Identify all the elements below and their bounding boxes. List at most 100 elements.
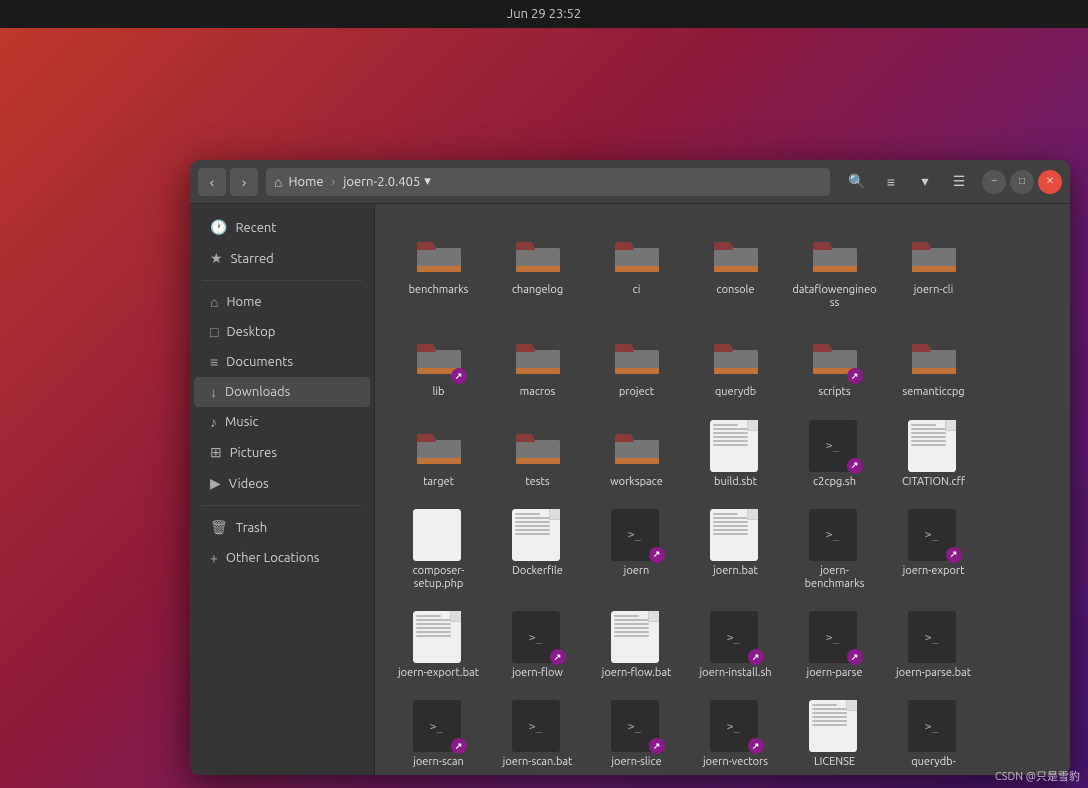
list-view-button[interactable]: ≡ bbox=[876, 168, 906, 196]
file-icon-joern-install-sh: >_↗ bbox=[710, 611, 762, 663]
file-item-ci[interactable]: ci bbox=[589, 220, 684, 318]
file-item-tests[interactable]: tests bbox=[490, 412, 585, 497]
sidebar-item-music[interactable]: ♪Music bbox=[194, 407, 370, 437]
file-icon-project bbox=[611, 330, 663, 382]
file-item-joern-export[interactable]: >_↗joern-export bbox=[886, 501, 981, 599]
back-button[interactable]: ‹ bbox=[198, 168, 226, 196]
file-label-tests: tests bbox=[525, 476, 549, 489]
file-item-joern-cli[interactable]: joern-cli bbox=[886, 220, 981, 318]
file-label-license: LICENSE bbox=[814, 756, 855, 769]
view-options-button[interactable]: ▾ bbox=[910, 168, 940, 196]
file-item-changelog[interactable]: changelog bbox=[490, 220, 585, 318]
file-label-joern: joern bbox=[624, 565, 650, 578]
forward-button[interactable]: › bbox=[230, 168, 258, 196]
sidebar-item-trash[interactable]: 🗑Trash bbox=[194, 512, 370, 543]
file-item-joern-flow-bat[interactable]: joern-flow.bat bbox=[589, 603, 684, 688]
menu-icon: ☰ bbox=[953, 173, 966, 190]
file-item-console[interactable]: console bbox=[688, 220, 783, 318]
file-item-macros[interactable]: macros bbox=[490, 322, 585, 407]
file-item-joern-benchmarks[interactable]: >_joern-benchmarks bbox=[787, 501, 882, 599]
sidebar-item-label-starred: Starred bbox=[231, 252, 274, 266]
file-label-joern-flow-bat: joern-flow.bat bbox=[602, 667, 672, 680]
file-item-scripts[interactable]: ↗scripts bbox=[787, 322, 882, 407]
file-item-c2cpg-sh[interactable]: >_↗c2cpg.sh bbox=[787, 412, 882, 497]
symlink-badge-joern-export: ↗ bbox=[946, 547, 962, 563]
symlink-badge-joern-parse: ↗ bbox=[847, 649, 863, 665]
sidebar-item-other-locations[interactable]: +Other Locations bbox=[194, 543, 370, 573]
file-label-joern-bat: joern.bat bbox=[713, 565, 758, 578]
top-bar: Jun 29 23:52 bbox=[0, 0, 1088, 28]
file-label-macros: macros bbox=[520, 386, 556, 399]
file-icon-joern-slice: >_↗ bbox=[611, 700, 663, 752]
sidebar-item-documents[interactable]: ≡Documents bbox=[194, 347, 370, 377]
window-controls: − □ ✕ bbox=[982, 170, 1062, 194]
file-item-project[interactable]: project bbox=[589, 322, 684, 407]
music-icon: ♪ bbox=[210, 414, 217, 430]
search-icon: 🔍 bbox=[848, 173, 865, 190]
search-button[interactable]: 🔍 bbox=[842, 168, 872, 196]
file-item-joern-scan[interactable]: >_↗joern-scan bbox=[391, 692, 486, 775]
sidebar-item-label-desktop: Desktop bbox=[226, 325, 275, 339]
file-item-build-sbt[interactable]: build.sbt bbox=[688, 412, 783, 497]
file-icon-querydb bbox=[710, 330, 762, 382]
file-item-joern-bat[interactable]: joern.bat bbox=[688, 501, 783, 599]
header-bar: ‹ › ⌂ Home › joern-2.0.405 ▾ 🔍 ≡ ▾ bbox=[190, 160, 1070, 204]
sidebar-item-recent[interactable]: 🕐Recent bbox=[194, 212, 370, 243]
file-icon-build-sbt bbox=[710, 420, 762, 472]
maximize-icon: □ bbox=[1019, 176, 1025, 187]
file-icon-joern-parse-bat: >_ bbox=[908, 611, 960, 663]
file-item-joern-parse[interactable]: >_↗joern-parse bbox=[787, 603, 882, 688]
file-label-scripts: scripts bbox=[818, 386, 850, 399]
other-locations-icon: + bbox=[210, 550, 218, 566]
file-item-citation-cff[interactable]: CITATION.cff bbox=[886, 412, 981, 497]
file-item-composer-setup-php[interactable]: composer-setup.php bbox=[391, 501, 486, 599]
file-icon-citation-cff bbox=[908, 420, 960, 472]
symlink-badge-joern-vectors: ↗ bbox=[748, 738, 764, 754]
file-item-benchmarks[interactable]: benchmarks bbox=[391, 220, 486, 318]
sidebar-item-videos[interactable]: ▶Videos bbox=[194, 468, 370, 499]
sidebar-item-desktop[interactable]: □Desktop bbox=[194, 317, 370, 347]
file-icon-tests bbox=[512, 420, 564, 472]
file-item-joern-parse-bat[interactable]: >_joern-parse.bat bbox=[886, 603, 981, 688]
file-item-joern-scan-bat[interactable]: >_joern-scan.bat bbox=[490, 692, 585, 775]
maximize-button[interactable]: □ bbox=[1010, 170, 1034, 194]
sidebar-item-home[interactable]: ⌂Home bbox=[194, 287, 370, 317]
location-bar[interactable]: ⌂ Home › joern-2.0.405 ▾ bbox=[266, 168, 830, 196]
file-item-workspace[interactable]: workspace bbox=[589, 412, 684, 497]
sidebar-item-starred[interactable]: ★Starred bbox=[194, 243, 370, 274]
file-label-benchmarks: benchmarks bbox=[409, 284, 469, 297]
file-icon-joern: >_↗ bbox=[611, 509, 663, 561]
watermark: CSDN @只是雪豹 bbox=[995, 768, 1080, 784]
sidebar-item-pictures[interactable]: ⊞Pictures bbox=[194, 437, 370, 468]
file-item-semanticcpg[interactable]: semanticcpg bbox=[886, 322, 981, 407]
file-label-joern-parse: joern-parse bbox=[807, 667, 863, 680]
file-label-changelog: changelog bbox=[512, 284, 563, 297]
sidebar-item-downloads[interactable]: ↓Downloads bbox=[194, 377, 370, 407]
file-item-joern-flow[interactable]: >_↗joern-flow bbox=[490, 603, 585, 688]
symlink-badge-lib: ↗ bbox=[451, 368, 467, 384]
file-icon-joern-vectors: >_↗ bbox=[710, 700, 762, 752]
file-label-c2cpg-sh: c2cpg.sh bbox=[813, 476, 856, 489]
file-item-joern-install-sh[interactable]: >_↗joern-install.sh bbox=[688, 603, 783, 688]
path-separator: › bbox=[332, 175, 336, 189]
file-item-joern[interactable]: >_↗joern bbox=[589, 501, 684, 599]
file-item-lib[interactable]: ↗lib bbox=[391, 322, 486, 407]
file-item-joern-vectors[interactable]: >_↗joern-vectors bbox=[688, 692, 783, 775]
file-item-license[interactable]: LICENSE bbox=[787, 692, 882, 775]
file-item-dockerfile[interactable]: Dockerfile bbox=[490, 501, 585, 599]
file-item-target[interactable]: target bbox=[391, 412, 486, 497]
file-item-dataflowengineoss[interactable]: dataflowengineoss bbox=[787, 220, 882, 318]
menu-button[interactable]: ☰ bbox=[944, 168, 974, 196]
file-item-querydb[interactable]: querydb bbox=[688, 322, 783, 407]
file-label-joern-flow: joern-flow bbox=[512, 667, 563, 680]
file-icon-joern-benchmarks: >_ bbox=[809, 509, 861, 561]
file-label-joern-scan-bat: joern-scan.bat bbox=[503, 756, 573, 769]
minimize-icon: − bbox=[991, 176, 997, 187]
sidebar-item-label-pictures: Pictures bbox=[230, 446, 277, 460]
file-item-querydb2[interactable]: >_querydb- bbox=[886, 692, 981, 775]
file-label-target: target bbox=[423, 476, 454, 489]
close-button[interactable]: ✕ bbox=[1038, 170, 1062, 194]
minimize-button[interactable]: − bbox=[982, 170, 1006, 194]
file-item-joern-slice[interactable]: >_↗joern-slice bbox=[589, 692, 684, 775]
file-item-joern-export-bat[interactable]: joern-export.bat bbox=[391, 603, 486, 688]
